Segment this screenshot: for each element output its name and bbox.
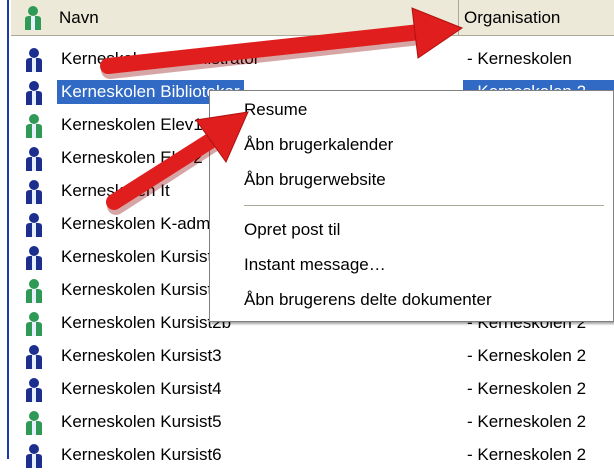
annotation-arrows (100, 7, 464, 215)
arrow-to-organisation-column (100, 7, 464, 79)
arrow-to-context-menu (106, 111, 249, 215)
